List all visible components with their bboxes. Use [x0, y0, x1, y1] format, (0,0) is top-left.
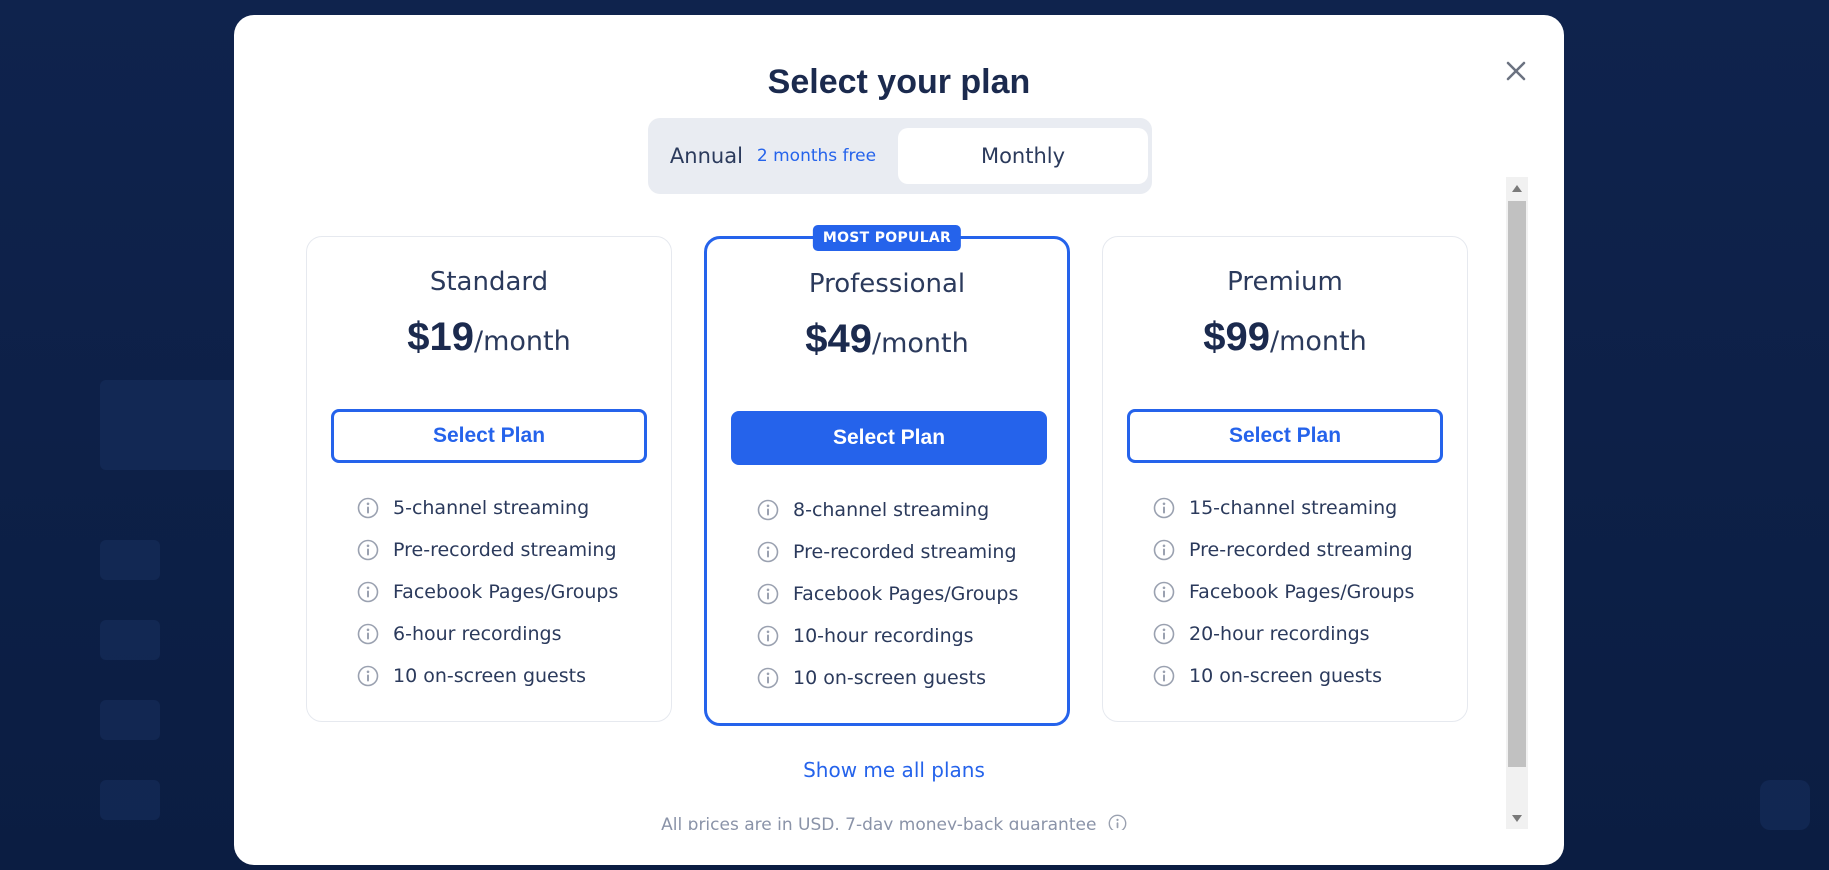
info-icon[interactable] — [357, 539, 379, 561]
feature-text: 10-hour recordings — [793, 625, 974, 647]
info-icon[interactable] — [757, 499, 779, 521]
background-panel — [100, 620, 160, 660]
price-amount: $99 — [1203, 315, 1270, 359]
footer-note-text: All prices are in USD. 7-day money-back … — [661, 815, 1097, 830]
feature-text: 5-channel streaming — [393, 497, 590, 519]
plan-name: Standard — [429, 267, 549, 297]
info-icon[interactable] — [1108, 814, 1127, 830]
background-panel — [100, 780, 160, 820]
close-icon — [1506, 61, 1526, 81]
feature-item: 6-hour recordings — [357, 613, 618, 655]
feature-list: 8-channel streaming Pre-recorded streami… — [757, 489, 1018, 699]
feature-text: 15-channel streaming — [1189, 497, 1398, 519]
feature-item: 8-channel streaming — [757, 489, 1018, 531]
plan-card-standard: Standard $19/month Select Plan 5-channel… — [306, 236, 672, 722]
feature-text: 10 on-screen guests — [393, 665, 586, 687]
feature-item: Facebook Pages/Groups — [757, 573, 1018, 615]
plan-card-professional: MOST POPULAR Professional $49/month Sele… — [704, 225, 1070, 726]
plan-selection-modal: Select your plan Annual 2 months free Mo… — [234, 15, 1564, 865]
feature-item: Pre-recorded streaming — [357, 529, 618, 571]
feature-item: Facebook Pages/Groups — [1153, 571, 1414, 613]
info-icon[interactable] — [757, 541, 779, 563]
feature-text: Facebook Pages/Groups — [393, 581, 619, 603]
select-plan-button[interactable]: Select Plan — [331, 409, 647, 463]
plan-name: Premium — [1227, 267, 1343, 297]
feature-text: Facebook Pages/Groups — [1189, 581, 1415, 603]
info-icon[interactable] — [1153, 539, 1175, 561]
feature-text: Pre-recorded streaming — [393, 539, 617, 561]
monthly-option[interactable]: Monthly — [898, 128, 1148, 184]
scroll-thumb[interactable] — [1508, 201, 1526, 767]
plan-price: $99/month — [1103, 315, 1467, 360]
price-period: /month — [872, 328, 969, 359]
feature-item: Pre-recorded streaming — [757, 531, 1018, 573]
feature-item: 5-channel streaming — [357, 487, 618, 529]
caret-up-icon — [1512, 184, 1522, 192]
info-icon[interactable] — [1153, 497, 1175, 519]
feature-list: 5-channel streaming Pre-recorded streami… — [357, 487, 618, 697]
select-plan-button[interactable]: Select Plan — [731, 411, 1047, 465]
feature-item: Pre-recorded streaming — [1153, 529, 1414, 571]
price-amount: $49 — [805, 317, 872, 361]
info-icon[interactable] — [357, 581, 379, 603]
feature-text: Pre-recorded streaming — [1189, 539, 1413, 561]
close-button[interactable] — [1498, 53, 1534, 89]
plan-name: Professional — [808, 269, 966, 299]
price-amount: $19 — [407, 315, 474, 359]
feature-text: Pre-recorded streaming — [793, 541, 1017, 563]
plan-price: $19/month — [307, 315, 671, 360]
feature-item: Facebook Pages/Groups — [357, 571, 618, 613]
most-popular-badge: MOST POPULAR — [812, 225, 962, 251]
feature-item: 10-hour recordings — [757, 615, 1018, 657]
footer-note: All prices are in USD. 7-day money-back … — [234, 812, 1554, 830]
annual-option[interactable]: Annual 2 months free — [648, 118, 898, 194]
show-all-plans-link[interactable]: Show me all plans — [234, 758, 1554, 782]
annual-label: Annual — [669, 144, 743, 168]
info-icon[interactable] — [1153, 581, 1175, 603]
annual-promo-badge: 2 months free — [756, 146, 877, 166]
info-icon[interactable] — [757, 583, 779, 605]
plan-card-premium: Premium $99/month Select Plan 15-channel… — [1102, 236, 1468, 722]
feature-item: 10 on-screen guests — [1153, 655, 1414, 697]
feature-text: 10 on-screen guests — [793, 667, 986, 689]
feature-list: 15-channel streaming Pre-recorded stream… — [1153, 487, 1414, 697]
feature-item: 10 on-screen guests — [357, 655, 618, 697]
modal-title: Select your plan — [767, 63, 1031, 101]
modal-scrollbar[interactable] — [1506, 177, 1528, 829]
billing-toggle: Annual 2 months free Monthly — [648, 118, 1152, 194]
caret-down-icon — [1512, 814, 1522, 822]
select-plan-button[interactable]: Select Plan — [1127, 409, 1443, 463]
feature-item: 15-channel streaming — [1153, 487, 1414, 529]
price-period: /month — [474, 326, 571, 357]
info-icon[interactable] — [757, 625, 779, 647]
background-panel — [100, 700, 160, 740]
info-icon[interactable] — [357, 665, 379, 687]
info-icon[interactable] — [357, 497, 379, 519]
info-icon[interactable] — [1153, 623, 1175, 645]
scroll-down-arrow[interactable] — [1506, 809, 1528, 827]
feature-item: 10 on-screen guests — [757, 657, 1018, 699]
info-icon[interactable] — [1153, 665, 1175, 687]
feature-text: 10 on-screen guests — [1189, 665, 1382, 687]
feature-text: 20-hour recordings — [1189, 623, 1370, 645]
feature-text: 6-hour recordings — [393, 623, 562, 645]
feature-text: Facebook Pages/Groups — [793, 583, 1019, 605]
price-period: /month — [1270, 326, 1367, 357]
scroll-up-arrow[interactable] — [1506, 179, 1528, 197]
feature-text: 8-channel streaming — [793, 499, 990, 521]
feature-item: 20-hour recordings — [1153, 613, 1414, 655]
background-panel — [1760, 780, 1810, 830]
background-panel — [100, 540, 160, 580]
info-icon[interactable] — [357, 623, 379, 645]
info-icon[interactable] — [757, 667, 779, 689]
plan-price: $49/month — [707, 317, 1067, 362]
